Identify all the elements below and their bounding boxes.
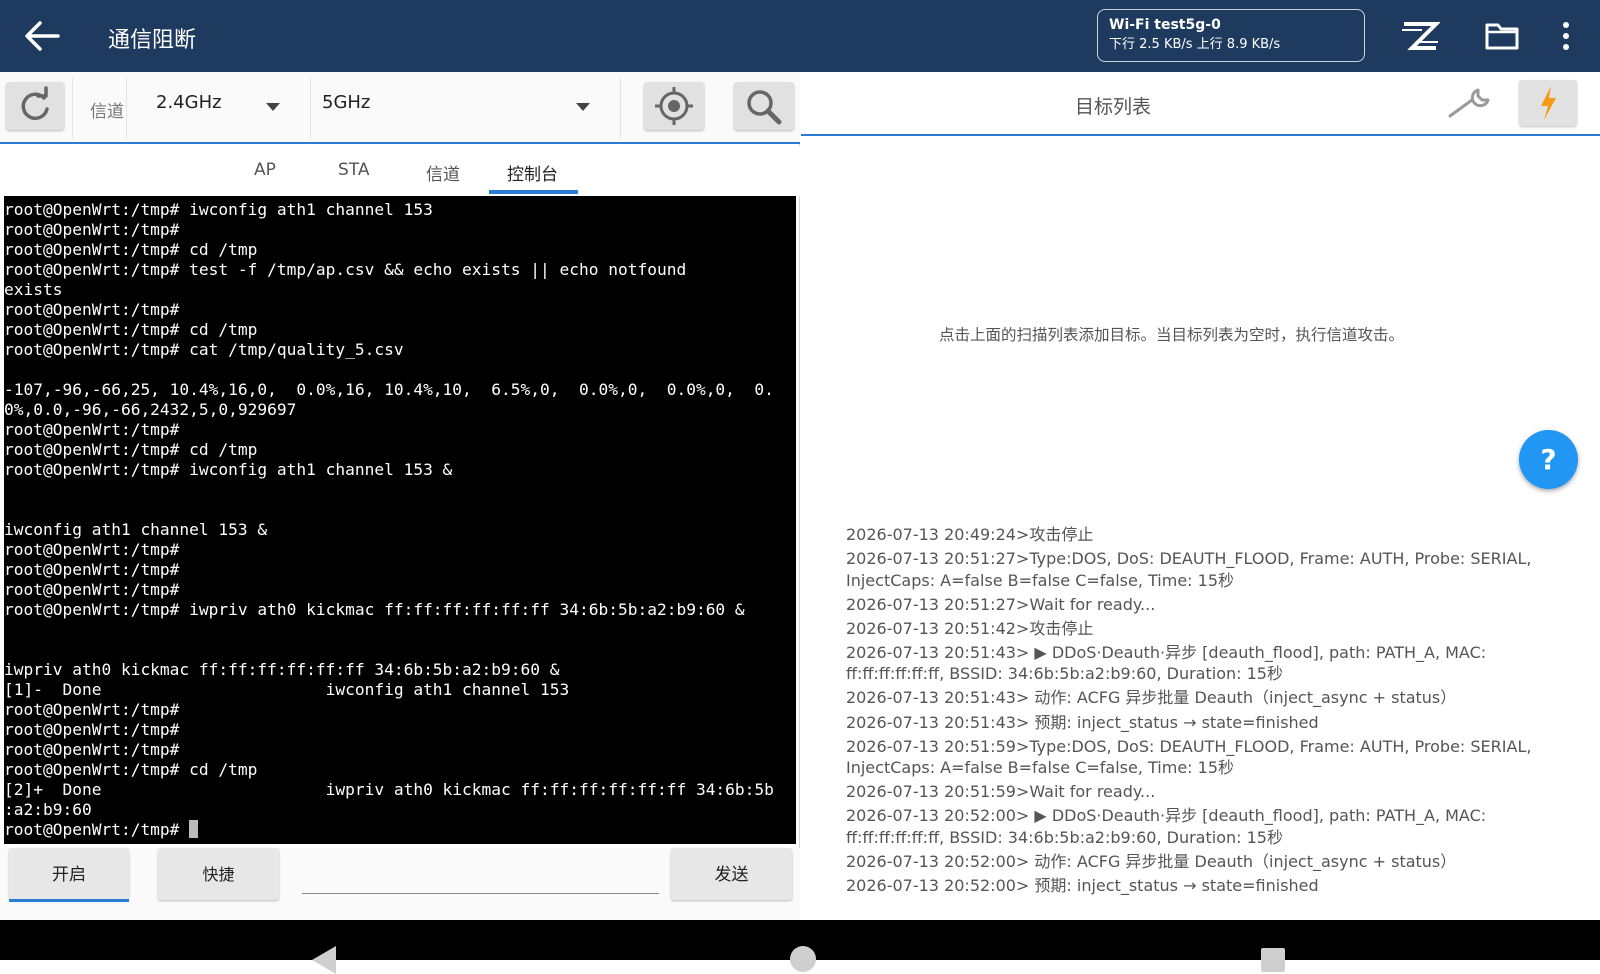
more-vert-icon[interactable] — [1560, 20, 1572, 52]
console-line: root@OpenWrt:/tmp# cd /tmp — [4, 760, 258, 779]
separator — [72, 78, 73, 138]
console-line: root@OpenWrt:/tmp# iwpriv ath0 kickmac f… — [4, 600, 745, 619]
band-5-select[interactable]: 5GHz — [322, 92, 370, 113]
console-line: iwconfig ath1 channel 153 & — [4, 520, 268, 539]
back-arrow-icon[interactable] — [22, 18, 62, 54]
log-entry: 2026-07-13 20:51:27>Wait for ready... — [846, 594, 1156, 614]
log-entry: 2026-07-13 20:51:43> 动作: ACFG 异步批量 Deaut… — [846, 688, 1457, 708]
tab-console[interactable]: 控制台 — [507, 160, 558, 185]
scan-toolbar: 信道 2.4GHz 5GHz — [0, 72, 800, 144]
log-entry: 2026-07-13 20:51:59>Wait for ready... — [846, 782, 1156, 802]
console-line: root@OpenWrt:/tmp# iwconfig ath1 channel… — [4, 200, 433, 219]
log-entry: 2026-07-13 20:52:00> 预期: inject_status →… — [846, 876, 1319, 896]
refresh-button[interactable] — [6, 82, 64, 130]
wifi-status-box[interactable]: Wi-Fi test5g-0 下行 2.5 KB/s 上行 8.9 KB/s — [1097, 9, 1365, 62]
app-bar: 通信阻断 Wi-Fi test5g-0 下行 2.5 KB/s 上行 8.9 K… — [0, 0, 1600, 72]
console-line: root@OpenWrt:/tmp# — [4, 220, 180, 239]
nav-recents-icon[interactable] — [1261, 948, 1285, 972]
console-line: root@OpenWrt:/tmp# — [4, 540, 180, 559]
page-title: 通信阻断 — [108, 28, 197, 53]
console-line: [2]+ Done iwpriv ath0 kickmac ff:ff:ff:f… — [4, 780, 774, 799]
send-button[interactable]: 发送 — [671, 848, 792, 900]
console-line: root@OpenWrt:/tmp# test -f /tmp/ap.csv &… — [4, 260, 687, 279]
console-prompt-line: root@OpenWrt:/tmp# — [4, 820, 796, 840]
refresh-icon — [21, 86, 49, 121]
right-panel: 目标列表 点击上面的扫描列表添加目标。当目标列表为空时，执行信道攻击。 ? 20… — [801, 72, 1600, 920]
console-line: root@OpenWrt:/tmp# — [4, 420, 180, 439]
quick-button[interactable]: 快捷 — [158, 848, 279, 900]
console-line: root@OpenWrt:/tmp# — [4, 580, 180, 599]
console-line: [1]- Done iwconfig ath1 channel 153 — [4, 680, 570, 699]
console-output[interactable]: root@OpenWrt:/tmp# iwconfig ath1 channel… — [4, 196, 796, 844]
tab-channel[interactable]: 信道 — [426, 160, 460, 185]
crosshair-icon — [655, 87, 693, 125]
log-entry: 2026-07-13 20:52:00> 动作: ACFG 异步批量 Deaut… — [846, 851, 1457, 871]
console-prompt: root@OpenWrt:/tmp# — [4, 820, 190, 839]
search-icon — [747, 90, 782, 125]
log-entry: 2026-07-13 20:51:59>Type:DOS, DoS: DEAUT… — [846, 736, 1532, 778]
tab-bar: AP STA 信道 控制台 — [0, 146, 800, 196]
console-line: root@OpenWrt:/tmp# cat /tmp/quality_5.cs… — [4, 340, 404, 359]
active-tab-indicator — [489, 190, 578, 194]
channel-label: 信道 — [90, 102, 124, 122]
console-line: :a2:b9:60 — [4, 800, 92, 819]
console-line: root@OpenWrt:/tmp# iwconfig ath1 channel… — [4, 460, 453, 479]
start-button[interactable]: 开启 — [9, 848, 129, 900]
console-line: root@OpenWrt:/tmp# cd /tmp — [4, 320, 258, 339]
start-button-indicator — [9, 899, 129, 902]
band-24-select[interactable]: 2.4GHz — [156, 92, 222, 113]
target-list-header: 目标列表 — [801, 72, 1600, 136]
log-entry: 2026-07-13 20:51:43> ▶ DDoS·Deauth·异步 [d… — [846, 642, 1487, 684]
console-line: root@OpenWrt:/tmp# — [4, 720, 180, 739]
tab-sta[interactable]: STA — [338, 160, 370, 180]
z-logo-icon[interactable] — [1400, 18, 1440, 54]
folder-icon[interactable] — [1484, 20, 1520, 52]
log-entry: 2026-07-13 20:51:42>攻击停止 — [846, 618, 1094, 638]
help-button[interactable]: ? — [1519, 430, 1578, 489]
log-entry: 2026-07-13 20:51:43> 预期: inject_status →… — [846, 712, 1319, 732]
wifi-speed: 下行 2.5 KB/s 上行 8.9 KB/s — [1109, 37, 1281, 52]
chevron-down-icon[interactable] — [266, 103, 280, 111]
console-line: -107,-96,-66,25, 10.4%,16,0, 0.0%,16, 10… — [4, 380, 774, 399]
separator — [310, 78, 311, 138]
wrench-icon[interactable] — [1446, 86, 1492, 122]
console-cursor — [189, 820, 199, 838]
search-button[interactable] — [734, 82, 794, 130]
nav-back-icon[interactable] — [312, 946, 336, 974]
flash-button[interactable] — [1519, 80, 1577, 126]
empty-target-hint: 点击上面的扫描列表添加目标。当目标列表为空时，执行信道攻击。 — [939, 326, 1405, 344]
console-line: root@OpenWrt:/tmp# — [4, 740, 180, 759]
target-list-title: 目标列表 — [1075, 96, 1152, 118]
chevron-down-icon[interactable] — [576, 103, 590, 111]
command-input[interactable] — [302, 856, 659, 894]
tab-ap[interactable]: AP — [254, 160, 276, 180]
console-line: root@OpenWrt:/tmp# cd /tmp — [4, 440, 258, 459]
console-line: 0%,0.0,-96,-66,2432,5,0,929697 — [4, 400, 297, 419]
console-line: exists — [4, 280, 63, 299]
nav-home-icon[interactable] — [790, 946, 816, 972]
console-line: root@OpenWrt:/tmp# cd /tmp — [4, 240, 258, 259]
separator — [126, 78, 127, 138]
console-line: root@OpenWrt:/tmp# — [4, 700, 180, 719]
console-line: root@OpenWrt:/tmp# — [4, 300, 180, 319]
attack-log[interactable]: 2026-07-13 20:49:24>攻击停止 2026-07-13 20:51… — [846, 524, 1546, 920]
log-entry: 2026-07-13 20:52:00> ▶ DDoS·Deauth·异步 [d… — [846, 806, 1487, 847]
log-entry: 2026-07-13 20:49:24>攻击停止 — [846, 525, 1094, 544]
locate-button[interactable] — [644, 82, 704, 130]
wifi-ssid: Wi-Fi test5g-0 — [1109, 17, 1221, 33]
left-panel: 信道 2.4GHz 5GHz AP STA 信道 控制台 root@OpenWr… — [0, 72, 800, 920]
flash-icon — [1541, 86, 1556, 120]
console-line: root@OpenWrt:/tmp# — [4, 560, 180, 579]
console-line: iwpriv ath0 kickmac ff:ff:ff:ff:ff:ff 34… — [4, 660, 560, 679]
separator — [620, 78, 621, 138]
log-entry: 2026-07-13 20:51:27>Type:DOS, DoS: DEAUT… — [846, 549, 1532, 590]
